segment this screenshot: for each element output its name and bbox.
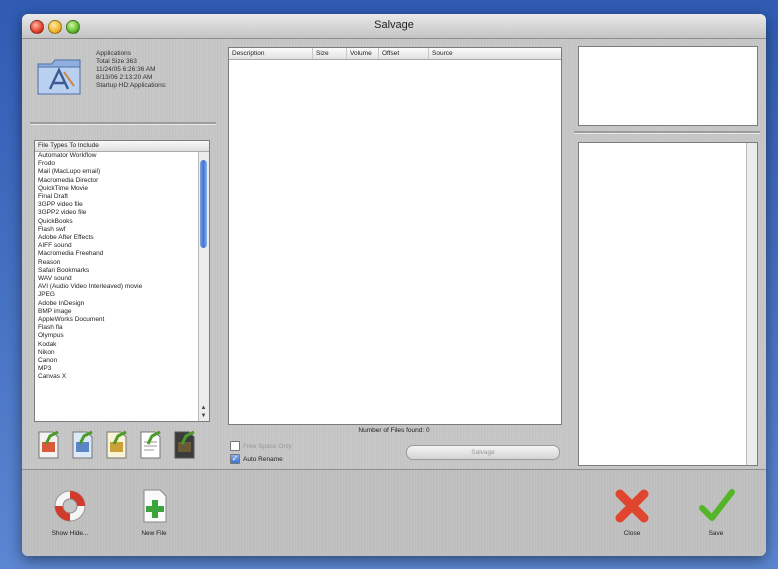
file-type-item[interactable]: Macromedia Director bbox=[35, 177, 209, 185]
file-type-item[interactable]: WAV sound bbox=[35, 275, 209, 283]
scroll-up-arrow-icon[interactable]: ▲ bbox=[200, 405, 207, 412]
preview-pane bbox=[578, 46, 758, 126]
auto-rename-label: Auto Rename bbox=[243, 455, 283, 463]
new-file-icon bbox=[143, 489, 167, 523]
info-line: Total Size 363 bbox=[96, 58, 137, 65]
free-space-only-checkbox[interactable]: Free Space Only bbox=[230, 441, 292, 451]
save-label: Save bbox=[708, 530, 724, 537]
save-button[interactable]: Save bbox=[686, 480, 746, 546]
file-type-item[interactable]: JPEG bbox=[35, 291, 209, 299]
title-bar[interactable]: Salvage bbox=[22, 14, 766, 39]
column-offset[interactable]: Offset bbox=[379, 48, 429, 59]
file-type-item[interactable]: AppleWorks Document bbox=[35, 316, 209, 324]
file-type-item[interactable]: MP3 bbox=[35, 365, 209, 373]
info-line: 11/24/05 6:26:36 AM bbox=[96, 66, 156, 73]
new-file-label: New File bbox=[141, 530, 167, 537]
file-type-item[interactable]: Flash fla bbox=[35, 324, 209, 332]
document-icon[interactable] bbox=[138, 428, 164, 460]
column-volume[interactable]: Volume bbox=[347, 48, 379, 59]
document-icon[interactable] bbox=[172, 428, 198, 460]
checkbox-box[interactable] bbox=[230, 441, 240, 451]
salvage-window: Salvage Applications Total Size 363 11/2… bbox=[22, 14, 766, 556]
close-label: Close bbox=[623, 530, 641, 537]
file-type-item[interactable]: 3GPP2 video file bbox=[35, 209, 209, 217]
selected-item-info: Applications Total Size 363 11/24/05 6:2… bbox=[34, 44, 214, 112]
results-table[interactable]: Description Size Volume Offset Source bbox=[228, 47, 562, 425]
file-type-item[interactable]: Reason bbox=[35, 259, 209, 267]
column-description[interactable]: Description bbox=[229, 48, 313, 59]
file-type-item[interactable]: BMP image bbox=[35, 308, 209, 316]
file-type-item[interactable]: AVI (Audio Video Interleaved) movie bbox=[35, 283, 209, 291]
window-title: Salvage bbox=[374, 19, 414, 31]
files-found-count: Number of Files found: 0 bbox=[358, 427, 430, 434]
info-line: 8/13/06 2:13:20 AM bbox=[96, 74, 153, 81]
file-type-item[interactable]: Canon bbox=[35, 357, 209, 365]
file-type-item[interactable]: Olympus bbox=[35, 332, 209, 340]
file-type-item[interactable]: Flash swf bbox=[35, 226, 209, 234]
file-type-item[interactable]: Automator Workflow bbox=[35, 152, 209, 160]
scroll-down-arrow-icon[interactable]: ▼ bbox=[200, 413, 207, 420]
file-type-item[interactable]: AIFF sound bbox=[35, 242, 209, 250]
info-line: Applications bbox=[96, 50, 132, 57]
document-icon[interactable] bbox=[36, 428, 62, 460]
file-types-header[interactable]: File Types To Include bbox=[35, 141, 209, 152]
show-hide-label: Show Hide... bbox=[51, 530, 89, 537]
info-line: Startup HD:Applications: bbox=[96, 82, 167, 89]
file-type-item[interactable]: Macromedia Freehand bbox=[35, 250, 209, 258]
file-types-items: Automator Workflow Frodo Mail (MacLupo ema… bbox=[35, 152, 209, 382]
file-type-item[interactable]: Safari Bookmarks bbox=[35, 267, 209, 275]
file-type-item[interactable]: Canvas X bbox=[35, 373, 209, 381]
checkmark-icon bbox=[699, 489, 735, 521]
divider bbox=[30, 122, 216, 125]
info-text: Applications Total Size 363 11/24/05 6:2… bbox=[96, 50, 167, 90]
file-type-item[interactable]: QuickTime Movie bbox=[35, 185, 209, 193]
bottom-toolbar: Show Hide... New File Close Save bbox=[22, 469, 766, 556]
results-header: Description Size Volume Offset Source bbox=[229, 48, 561, 60]
salvage-button[interactable]: Salvage bbox=[406, 445, 560, 460]
show-hide-button[interactable]: Show Hide... bbox=[40, 480, 100, 546]
file-type-item[interactable]: Adobe After Effects bbox=[35, 234, 209, 242]
column-source[interactable]: Source bbox=[429, 48, 561, 59]
file-type-icons bbox=[36, 428, 208, 462]
detail-pane[interactable] bbox=[578, 142, 758, 466]
divider bbox=[574, 131, 760, 134]
file-type-item[interactable]: Frodo bbox=[35, 160, 209, 168]
free-space-only-label: Free Space Only bbox=[243, 442, 292, 450]
close-x-icon bbox=[615, 489, 649, 523]
column-size[interactable]: Size bbox=[313, 48, 347, 59]
file-types-list[interactable]: File Types To Include Automator Workflow… bbox=[34, 140, 210, 422]
document-icon[interactable] bbox=[104, 428, 130, 460]
file-type-item[interactable]: Adobe InDesign bbox=[35, 300, 209, 308]
file-type-item[interactable]: 3GPP video file bbox=[35, 201, 209, 209]
file-type-item[interactable]: Mail (MacLupo email) bbox=[35, 168, 209, 176]
detail-scrollbar[interactable] bbox=[746, 143, 757, 465]
checkbox-checked-icon[interactable]: ✓ bbox=[230, 454, 240, 464]
file-type-item[interactable]: Final Draft bbox=[35, 193, 209, 201]
auto-rename-checkbox[interactable]: ✓ Auto Rename bbox=[230, 454, 283, 464]
file-types-scrollbar[interactable]: ▲ ▼ bbox=[198, 152, 209, 421]
file-type-item[interactable]: Nikon bbox=[35, 349, 209, 357]
document-icon[interactable] bbox=[70, 428, 96, 460]
new-file-button[interactable]: New File bbox=[124, 480, 184, 546]
scroll-thumb[interactable] bbox=[200, 160, 207, 248]
lifebuoy-icon bbox=[54, 490, 86, 522]
folder-icon bbox=[36, 56, 84, 98]
file-type-item[interactable]: QuickBooks bbox=[35, 218, 209, 226]
close-button[interactable]: Close bbox=[602, 480, 662, 546]
file-type-item[interactable]: Kodak bbox=[35, 341, 209, 349]
